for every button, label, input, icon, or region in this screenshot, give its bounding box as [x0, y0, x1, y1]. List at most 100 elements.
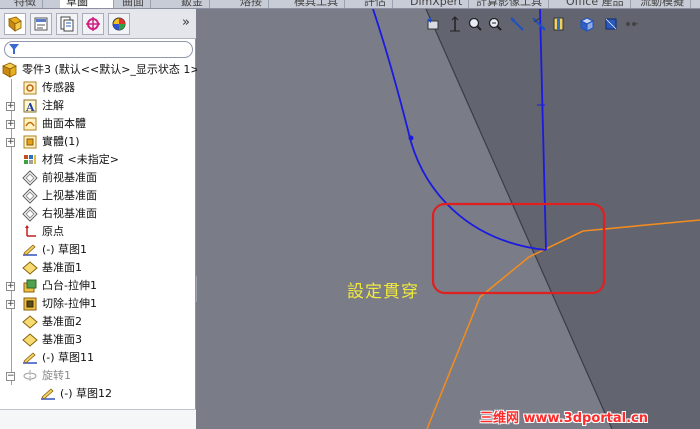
feature-manager-tabbar: »	[0, 9, 196, 39]
zoom-to-fit-icon	[450, 16, 460, 32]
section-view-button[interactable]	[551, 16, 567, 32]
zoom-to-fit-button[interactable]	[447, 16, 463, 32]
graphics-area[interactable]: 設定貫穿	[197, 9, 700, 429]
feature-manager-status-strip	[0, 409, 196, 429]
expand-toggle[interactable]: +	[6, 300, 15, 309]
tree-item-label: (-) 草图1	[42, 243, 88, 256]
tree-item-label: 凸台-拉伸1	[42, 279, 97, 292]
svg-text:A: A	[25, 101, 35, 114]
tree-item-part[interactable]: 零件3 (默认<<默认>_显示状态 1>)	[0, 61, 204, 79]
tree-item-annotations[interactable]: + A 注解	[0, 97, 196, 115]
tab-sketch[interactable]: 草圖	[60, 0, 114, 8]
tree-item-label: 基准面3	[42, 333, 82, 346]
tree-item-label: 基准面1	[42, 261, 82, 274]
feature-manager-icon	[8, 16, 22, 32]
plane-icon	[22, 206, 38, 222]
feature-manager-panel: » 零件3 (默认<<默认>_显示状态 1>) 传感器 + A 注解 + 曲面本…	[0, 9, 204, 429]
tree-item-surface-bodies[interactable]: + 曲面本體	[0, 115, 196, 133]
tree-item-plane3[interactable]: 基准面3	[0, 331, 196, 349]
sketch-icon	[23, 244, 37, 256]
dimxpert-manager-tab[interactable]	[82, 13, 104, 35]
tree-item-sketch11[interactable]: (-) 草图11	[0, 349, 196, 367]
tree-filter-input[interactable]	[23, 43, 188, 56]
boss-extrude-icon	[23, 279, 37, 293]
tab-surfaces[interactable]: 曲面	[116, 0, 151, 8]
display-style-button[interactable]	[603, 16, 619, 32]
tab-features[interactable]: 特徵	[8, 0, 43, 8]
view-orientation-icon	[579, 17, 595, 32]
zoom-in-out-icon	[488, 17, 502, 31]
property-manager-icon	[34, 17, 48, 31]
rotate-view-icon	[510, 17, 524, 31]
tree-item-label: 原点	[42, 225, 64, 238]
callout-label: 設定貫穿	[347, 282, 419, 302]
view-orientation-button[interactable]	[579, 16, 595, 32]
feature-manager-tab[interactable]	[4, 13, 26, 35]
tree-item-label: 注解	[42, 99, 64, 112]
expand-toggle[interactable]: +	[6, 282, 15, 291]
pan-button[interactable]	[531, 16, 547, 32]
model-geometry	[372, 9, 700, 429]
tree-item-label: 前视基准面	[42, 171, 97, 184]
tree-item-sketch1[interactable]: (-) 草图1	[0, 241, 196, 259]
tab-sheet-metal[interactable]: 鈑金	[175, 0, 210, 8]
tree-item-label: 曲面本體	[42, 117, 86, 130]
part-icon	[2, 62, 17, 78]
command-manager-tabs: 特徵 草圖 曲面 鈑金 熔接 模具工具 評估 DimXpert 計算影像工具 O…	[0, 0, 700, 9]
sketch-point	[408, 135, 414, 141]
cut-extrude-icon	[23, 297, 37, 311]
tree-item-label: 材質 <未指定>	[42, 153, 119, 166]
expand-toggle[interactable]: +	[6, 102, 15, 111]
collapse-toggle[interactable]: −	[6, 372, 15, 381]
zoom-to-area-icon	[468, 17, 482, 31]
configuration-manager-tab[interactable]	[56, 13, 78, 35]
hide-show-items-button[interactable]	[623, 16, 639, 32]
tree-item-front-plane[interactable]: 前视基准面	[0, 169, 196, 187]
tree-item-plane2[interactable]: 基准面2	[0, 313, 196, 331]
tree-item-boss-extrude1[interactable]: + 凸台-拉伸1	[0, 277, 196, 295]
tab-office-products[interactable]: Office 產品	[560, 0, 631, 8]
annotation-icon: A	[23, 99, 37, 114]
tree-item-cut-extrude1[interactable]: + 切除-拉伸1	[0, 295, 196, 313]
tab-dimxpert[interactable]: DimXpert	[404, 0, 470, 8]
tab-flow-simulation[interactable]: 流動模擬	[634, 0, 691, 8]
tree-item-solid-bodies[interactable]: + 實體(1)	[0, 133, 196, 151]
previous-view-button[interactable]	[425, 16, 441, 32]
tab-evaluate[interactable]: 評估	[358, 0, 393, 8]
tree-item-plane1[interactable]: 基准面1	[0, 259, 196, 277]
expand-toggle[interactable]: +	[6, 138, 15, 147]
zoom-to-area-button[interactable]	[467, 16, 483, 32]
zoom-in-out-button[interactable]	[487, 16, 503, 32]
sketch-icon	[23, 352, 37, 364]
tree-item-right-plane[interactable]: 右视基准面	[0, 205, 196, 223]
tab-mold-tools[interactable]: 模具工具	[288, 0, 345, 8]
section-view-icon	[553, 17, 564, 31]
watermark-text: 三维网 www.3dportal.cn	[480, 411, 649, 426]
plane-icon	[22, 170, 38, 186]
expand-toggle[interactable]: +	[6, 120, 15, 129]
tree-filter[interactable]	[4, 41, 193, 58]
property-manager-tab[interactable]	[30, 13, 52, 35]
display-manager-tab[interactable]	[108, 13, 130, 35]
more-tabs-button[interactable]: »	[182, 15, 190, 30]
plane-icon	[22, 188, 38, 204]
tree-item-label: 零件3 (默认<<默认>_显示状态 1>)	[22, 63, 204, 76]
hide-show-items-icon	[626, 22, 638, 26]
previous-view-icon	[427, 17, 439, 30]
feature-tree: 零件3 (默认<<默认>_显示状态 1>) 传感器 + A 注解 + 曲面本體 …	[0, 61, 204, 409]
part-face	[426, 9, 700, 429]
tree-item-origin[interactable]: 原点	[0, 223, 196, 241]
surface-bodies-icon	[23, 117, 37, 131]
tab-weldments[interactable]: 熔接	[234, 0, 269, 8]
origin-icon	[25, 225, 36, 237]
tree-item-revolve1[interactable]: − 旋转1	[0, 367, 196, 385]
tree-item-sketch12[interactable]: (-) 草图12	[0, 385, 196, 403]
tree-item-material[interactable]: 材質 <未指定>	[0, 151, 196, 169]
dimxpert-manager-icon	[86, 17, 100, 31]
ref-plane-icon	[22, 315, 38, 329]
tree-item-sensors[interactable]: 传感器	[0, 79, 196, 97]
tree-item-top-plane[interactable]: 上视基准面	[0, 187, 196, 205]
revolve-icon	[23, 370, 37, 382]
tab-rendering-tools[interactable]: 計算影像工具	[470, 0, 549, 8]
rotate-view-button[interactable]	[509, 16, 525, 32]
